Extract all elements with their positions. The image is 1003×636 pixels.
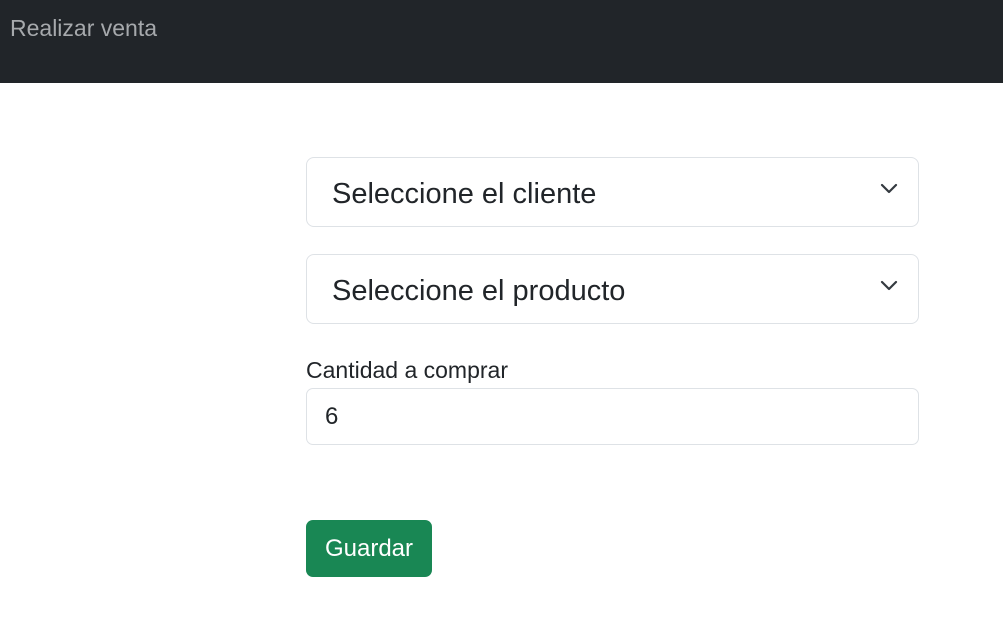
navbar-brand-link[interactable]: Realizar venta xyxy=(10,14,157,42)
client-select-value: Seleccione el cliente xyxy=(332,178,597,210)
client-select[interactable]: Seleccione el cliente xyxy=(306,157,919,227)
product-select-value: Seleccione el producto xyxy=(332,275,626,307)
chevron-down-icon xyxy=(880,280,898,291)
quantity-input-value: 6 xyxy=(325,403,339,430)
quantity-input[interactable]: 6 xyxy=(306,388,919,445)
product-select[interactable]: Seleccione el producto xyxy=(306,254,919,324)
save-button[interactable]: Guardar xyxy=(306,520,432,577)
top-navbar: Realizar venta xyxy=(0,0,1003,83)
quantity-label: Cantidad a comprar xyxy=(306,357,508,383)
chevron-down-icon xyxy=(880,183,898,194)
